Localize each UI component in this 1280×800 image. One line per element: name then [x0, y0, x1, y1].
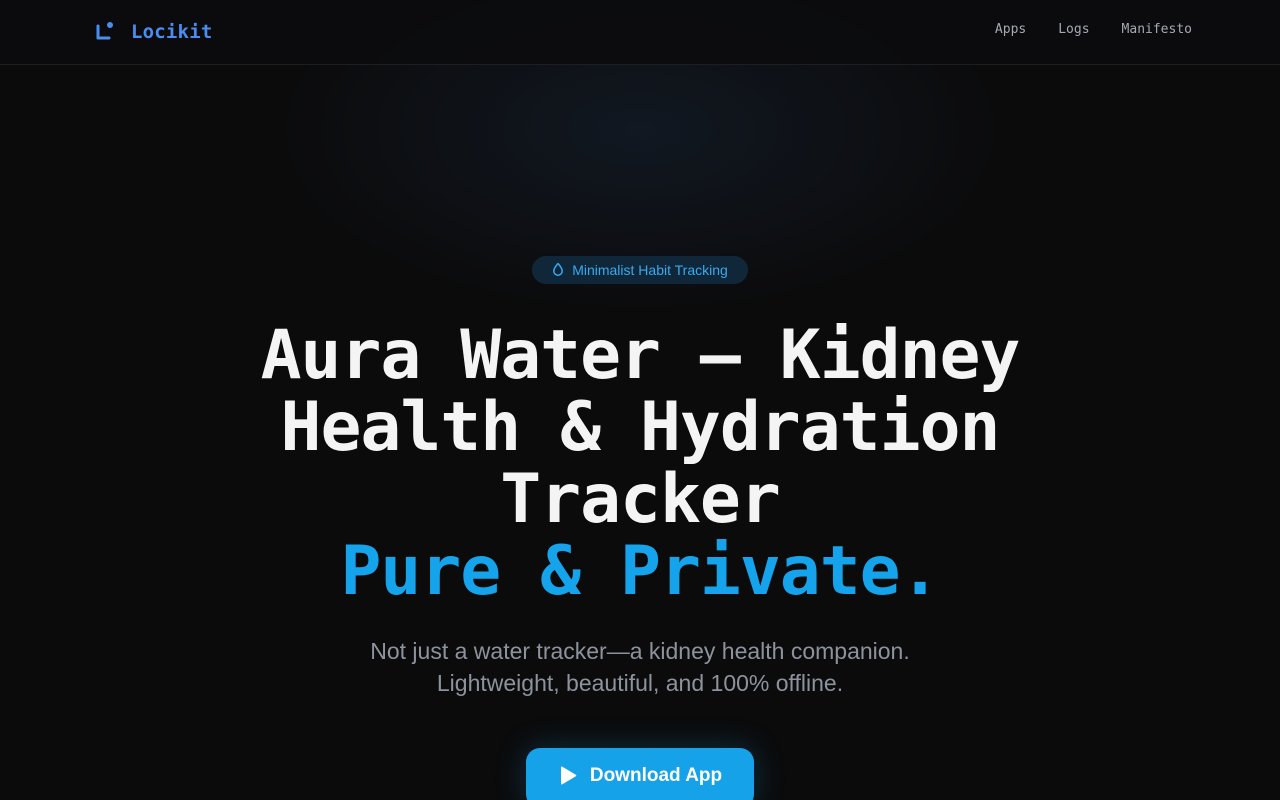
- water-drop-icon: [552, 261, 564, 280]
- hero-subtitle-line-1: Not just a water tracker—a kidney health…: [370, 638, 910, 664]
- hero-section: Minimalist Habit Tracking Aura Water — K…: [0, 0, 1280, 800]
- download-app-label: Download App: [589, 765, 723, 786]
- hero-title-main: Aura Water — Kidney Health & Hydration T…: [260, 316, 1021, 539]
- hero-subtitle: Not just a water tracker—a kidney health…: [240, 635, 1040, 699]
- hero-title-accent: Pure & Private.: [340, 532, 940, 611]
- play-store-icon: [558, 765, 578, 791]
- hero-title: Aura Water — Kidney Health & Hydration T…: [140, 320, 1140, 608]
- hero-subtitle-line-2: Lightweight, beautiful, and 100% offline…: [436, 670, 844, 696]
- download-app-button[interactable]: Download App: [526, 748, 754, 800]
- category-badge: Minimalist Habit Tracking: [532, 256, 748, 284]
- badge-label: Minimalist Habit Tracking: [572, 262, 728, 278]
